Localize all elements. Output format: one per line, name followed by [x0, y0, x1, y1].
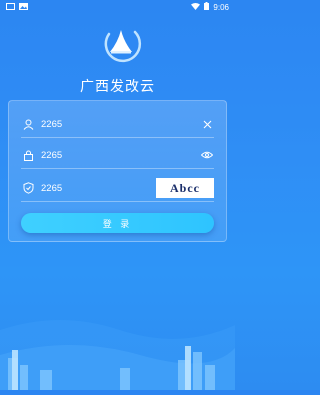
password-field[interactable]: 2265: [21, 142, 214, 169]
clear-icon[interactable]: [200, 117, 214, 131]
username-value[interactable]: 2265: [41, 119, 200, 130]
eye-icon[interactable]: [200, 148, 214, 162]
user-icon: [21, 117, 35, 131]
captcha-image[interactable]: Abcc: [156, 178, 214, 198]
image-icon: [19, 2, 28, 12]
status-right: 9:06: [191, 2, 229, 12]
login-button[interactable]: 登 录: [21, 213, 214, 233]
battery-icon: [204, 2, 210, 12]
login-card: 2265 2265 2265 Abcc 登 录: [8, 100, 227, 242]
wifi-icon: [191, 2, 201, 12]
shield-icon: [21, 181, 35, 195]
captcha-value[interactable]: 2265: [41, 183, 156, 194]
app-logo-icon: [99, 22, 143, 66]
status-left: [6, 2, 28, 12]
status-time: 9:06: [213, 2, 229, 12]
lock-icon: [21, 148, 35, 162]
captcha-field[interactable]: 2265 Abcc: [21, 175, 214, 202]
city-skyline-illustration: [0, 270, 235, 390]
password-value[interactable]: 2265: [41, 150, 200, 161]
status-bar: 9:06: [0, 0, 235, 14]
notification-icon: [6, 2, 15, 12]
username-field[interactable]: 2265: [21, 111, 214, 138]
app-title: 广西发改云: [80, 78, 155, 94]
